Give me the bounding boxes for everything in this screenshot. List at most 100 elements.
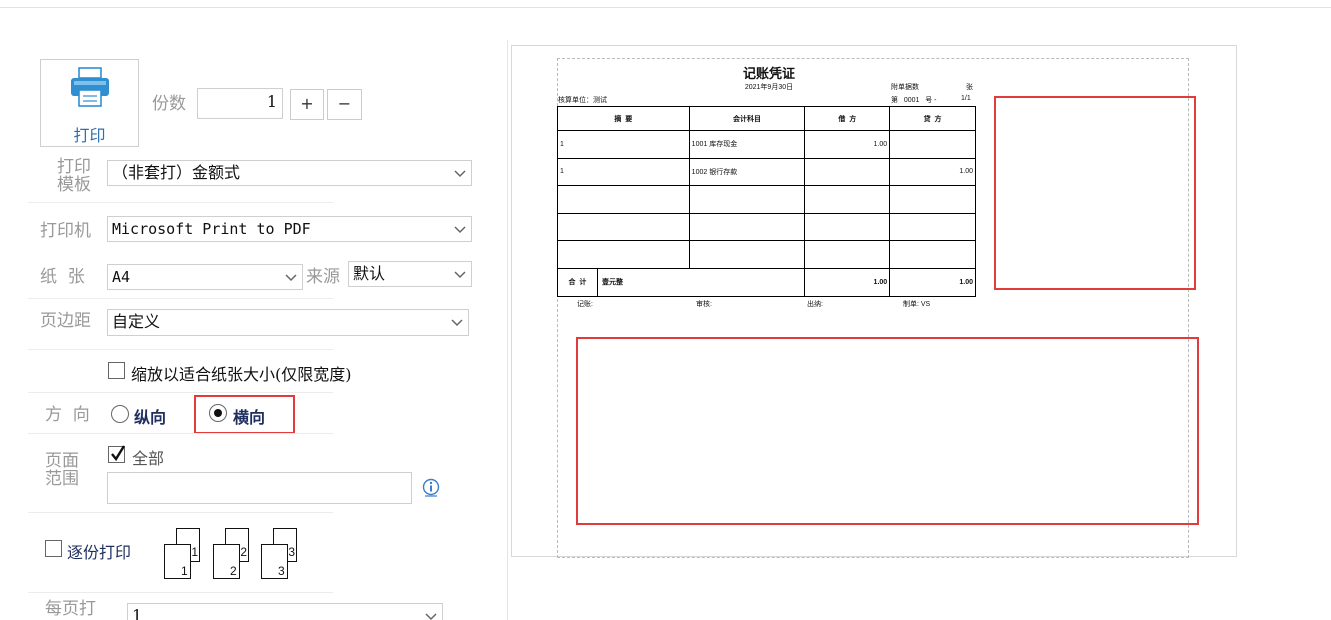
template-select[interactable]: （非套打）金额式 [107, 160, 472, 186]
top-divider [0, 7, 1331, 8]
per-page-select[interactable]: 1 [127, 603, 443, 620]
landscape-radio[interactable] [209, 404, 227, 422]
footer-bookkeeper: 记账: [577, 301, 593, 308]
cell-summary: 1 [557, 157, 690, 186]
cell-summary [557, 240, 690, 269]
voucher-table: 摘 要 会计科目 借 方 贷 方 1 1001 库存现金 1.00 1 1002… [556, 106, 976, 297]
range-all-label: 全部 [132, 449, 165, 468]
header-summary: 摘 要 [557, 106, 690, 131]
collate-page-number: 1 [181, 564, 188, 578]
footer-maker: 制单: VS [903, 301, 931, 308]
divider [28, 433, 333, 434]
page-ratio: 1/1 [961, 95, 971, 102]
range-label-line2: 范围 [45, 469, 79, 489]
table-total-row: 合 计 壹元整 1.00 1.00 [556, 267, 976, 297]
total-credit: 1.00 [889, 267, 976, 297]
copies-plus-button[interactable]: + [290, 89, 324, 120]
copies-input[interactable]: 1 [197, 88, 283, 119]
collate-page-front: 3 [261, 544, 288, 579]
cell-account [688, 240, 806, 269]
fit-width-label: 缩放以适合纸张大小(仅限宽度) [131, 365, 352, 384]
info-icon[interactable] [422, 478, 440, 498]
cell-account [688, 212, 806, 241]
paper-select[interactable]: A4 [107, 264, 303, 290]
attachment-label: 附单据数 [891, 84, 919, 91]
footer-cashier: 出纳: [807, 301, 823, 308]
printer-select-value: Microsoft Print to PDF [112, 220, 311, 238]
source-select-value: 默认 [353, 264, 386, 283]
paper-select-value: A4 [112, 268, 131, 286]
range-all-checkbox[interactable] [108, 445, 126, 463]
copies-label: 份数 [152, 94, 186, 114]
template-label-line1: 打印 [57, 157, 91, 177]
source-select[interactable]: 默认 [348, 261, 472, 287]
copies-value: 1 [266, 92, 277, 111]
cell-credit [889, 130, 976, 159]
chevron-down-icon [285, 274, 297, 282]
voucher-preview: 记账凭证 2021年9月30日 附单据数 张 核算单位：测试 第 0001 号 … [556, 60, 977, 310]
chevron-down-icon [454, 226, 466, 234]
portrait-radio[interactable] [111, 405, 129, 423]
attachment-unit: 张 [966, 84, 973, 91]
table-row: 1 1001 库存现金 1.00 [557, 130, 976, 159]
collate-checkbox[interactable] [45, 540, 62, 557]
total-debit: 1.00 [804, 267, 891, 297]
chevron-down-icon [425, 613, 437, 620]
panel-divider [507, 40, 508, 620]
orientation-label: 方 向 [45, 405, 90, 425]
divider [28, 349, 333, 350]
table-row: 1 1002 银行存款 1.00 [557, 157, 976, 186]
margin-label: 页边距 [40, 311, 91, 331]
collate-page-number: 2 [230, 564, 237, 578]
margin-select-value: 自定义 [112, 312, 161, 331]
divider [28, 392, 333, 393]
checkmark-icon [111, 445, 126, 462]
range-input[interactable] [107, 472, 412, 504]
footer-reviewer: 审核: [696, 301, 712, 308]
margin-select[interactable]: 自定义 [107, 309, 469, 336]
cell-account: 1001 库存现金 [688, 130, 806, 159]
voucher-title: 记账凭证 [742, 66, 795, 81]
per-page-select-value: 1 [132, 606, 143, 620]
printer-icon [71, 67, 109, 107]
header-account: 会计科目 [688, 106, 806, 131]
cell-debit [804, 240, 891, 269]
cell-summary [557, 185, 690, 214]
template-select-value: （非套打）金额式 [112, 163, 241, 182]
range-label-line1: 页面 [45, 451, 79, 471]
table-row [557, 212, 976, 241]
collate-page-number: 2 [240, 545, 247, 559]
table-row [557, 240, 976, 269]
collate-page-number: 1 [191, 545, 198, 559]
total-words: 壹元整 [602, 279, 623, 286]
landscape-label: 横向 [233, 408, 266, 427]
cell-credit: 1.00 [889, 157, 976, 186]
printer-label: 打印机 [40, 221, 91, 241]
print-button-label: 打印 [73, 126, 106, 145]
fit-width-checkbox[interactable] [108, 362, 125, 379]
unit-label: 核算单位：测试 [558, 97, 607, 104]
cell-credit [889, 212, 976, 241]
cell-summary: 1 [557, 130, 690, 159]
collate-label: 逐份打印 [67, 543, 132, 562]
header-credit: 贷 方 [889, 106, 976, 131]
paper-label: 纸 张 [40, 267, 85, 287]
template-label-line2: 模板 [57, 175, 91, 195]
empty-area-highlight-right [994, 96, 1196, 290]
cell-account [688, 185, 806, 214]
divider [28, 512, 333, 513]
copies-minus-button[interactable]: − [327, 89, 362, 120]
printer-select[interactable]: Microsoft Print to PDF [107, 216, 472, 242]
empty-area-highlight-bottom [576, 337, 1199, 525]
divider [28, 592, 333, 593]
collate-page-number: 3 [288, 545, 295, 559]
cell-debit [804, 157, 891, 186]
table-header-row: 摘 要 会计科目 借 方 贷 方 [557, 106, 976, 131]
table-row [557, 185, 976, 214]
total-label: 合 计 [558, 268, 598, 296]
source-label: 来源 [306, 267, 340, 287]
collate-page-front: 2 [213, 544, 240, 579]
print-button[interactable]: 打印 [40, 59, 139, 147]
collate-page-front: 1 [164, 544, 191, 579]
portrait-label: 纵向 [134, 408, 167, 427]
